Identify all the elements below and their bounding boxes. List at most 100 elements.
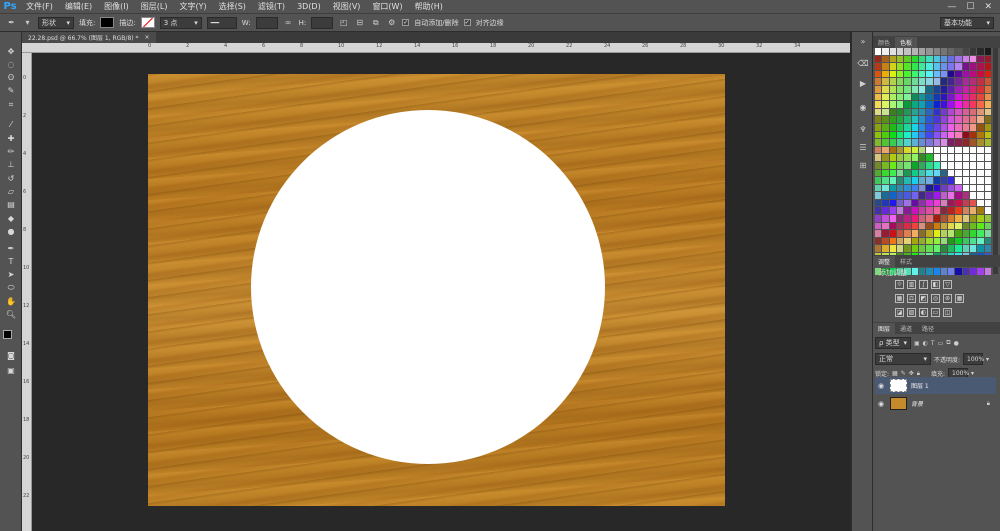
exposure-icon[interactable]: ◧	[931, 280, 940, 289]
color-swatch[interactable]	[948, 108, 955, 116]
menu-help[interactable]: 帮助(H)	[409, 1, 449, 12]
color-swatch[interactable]	[984, 146, 991, 154]
color-swatch[interactable]	[896, 245, 904, 253]
color-swatch[interactable]	[889, 161, 896, 169]
fill-swatch[interactable]	[100, 17, 115, 28]
color-swatch[interactable]	[933, 139, 940, 146]
threshold-icon[interactable]: ◐	[919, 308, 928, 317]
color-swatch[interactable]	[926, 101, 933, 108]
color-swatch[interactable]	[896, 169, 904, 177]
color-swatch[interactable]	[918, 55, 926, 63]
color-swatch[interactable]	[889, 116, 896, 123]
color-swatch[interactable]	[962, 131, 970, 139]
color-swatch[interactable]	[926, 192, 933, 199]
color-swatch[interactable]	[911, 215, 918, 222]
color-swatch[interactable]	[918, 70, 926, 78]
curves-icon[interactable]: ∫	[919, 280, 928, 289]
color-swatch[interactable]	[970, 192, 977, 199]
color-swatch[interactable]	[977, 268, 984, 275]
color-swatch[interactable]	[882, 199, 889, 207]
color-swatch[interactable]	[970, 268, 977, 275]
filter-shape-icon[interactable]: ▭	[938, 340, 944, 347]
healing-brush-tool-icon[interactable]: ✚	[4, 133, 18, 144]
color-swatch[interactable]	[896, 177, 904, 184]
color-swatch[interactable]	[948, 116, 955, 123]
stroke-swatch[interactable]	[140, 17, 155, 28]
color-swatch[interactable]	[911, 199, 918, 207]
color-swatch[interactable]	[875, 123, 882, 131]
color-swatch[interactable]	[875, 237, 882, 245]
color-swatch[interactable]	[875, 207, 882, 215]
color-swatch[interactable]	[984, 48, 991, 55]
color-swatch[interactable]	[933, 215, 940, 222]
menu-window[interactable]: 窗口(W)	[366, 1, 408, 12]
color-swatch[interactable]	[889, 123, 896, 131]
color-swatch[interactable]	[955, 207, 962, 215]
color-swatch[interactable]	[918, 139, 926, 146]
color-swatch[interactable]	[926, 207, 933, 215]
gear-icon[interactable]: ⚙	[386, 17, 397, 28]
color-swatch[interactable]	[970, 215, 977, 222]
color-swatch[interactable]	[911, 123, 918, 131]
pen-tool-icon[interactable]: ✒	[6, 17, 17, 28]
color-swatch[interactable]	[889, 192, 896, 199]
color-swatch[interactable]	[933, 237, 940, 245]
color-swatch[interactable]	[977, 230, 984, 237]
color-swatch[interactable]	[911, 230, 918, 237]
color-swatch[interactable]	[962, 230, 970, 237]
color-swatch[interactable]	[948, 169, 955, 177]
color-swatch[interactable]	[962, 222, 970, 230]
color-swatch[interactable]	[962, 268, 970, 275]
color-swatch[interactable]	[889, 101, 896, 108]
color-swatch[interactable]	[911, 78, 918, 85]
color-swatch[interactable]	[911, 93, 918, 101]
color-swatch[interactable]	[962, 63, 970, 70]
color-swatch[interactable]	[926, 222, 933, 230]
color-swatch[interactable]	[918, 146, 926, 154]
color-swatch[interactable]	[984, 108, 991, 116]
color-swatch[interactable]	[896, 192, 904, 199]
color-swatch[interactable]	[911, 245, 918, 253]
lock-position-icon[interactable]: ✥	[909, 370, 914, 377]
document-canvas[interactable]	[148, 74, 725, 506]
color-swatch[interactable]	[955, 78, 962, 85]
color-swatch[interactable]	[926, 146, 933, 154]
color-swatch[interactable]	[926, 237, 933, 245]
color-swatch[interactable]	[889, 215, 896, 222]
color-swatch[interactable]	[882, 78, 889, 85]
color-swatch[interactable]	[896, 85, 904, 93]
quick-mask-icon[interactable]: ◙	[4, 350, 18, 361]
color-swatch[interactable]	[984, 131, 991, 139]
color-swatch[interactable]	[984, 199, 991, 207]
color-balance-icon[interactable]: ⚖	[907, 294, 916, 303]
color-swatch[interactable]	[904, 207, 911, 215]
gradient-map-icon[interactable]: ▭	[931, 308, 940, 317]
color-swatch[interactable]	[955, 268, 962, 275]
color-swatch[interactable]	[911, 63, 918, 70]
color-swatch[interactable]	[977, 169, 984, 177]
color-swatch[interactable]	[977, 123, 984, 131]
color-swatch[interactable]	[882, 237, 889, 245]
color-swatch[interactable]	[977, 85, 984, 93]
color-swatch[interactable]	[940, 93, 948, 101]
path-arrangement-icon[interactable]: ⧉	[370, 17, 381, 28]
color-swatch[interactable]	[926, 154, 933, 161]
layer-row-layer-1[interactable]: ◉ 图层 1	[875, 377, 996, 394]
color-swatch[interactable]	[889, 63, 896, 70]
foreground-color-swatch[interactable]	[3, 330, 12, 339]
color-swatch[interactable]	[875, 139, 882, 146]
color-swatch[interactable]	[948, 268, 955, 275]
color-swatch[interactable]	[933, 78, 940, 85]
color-swatch[interactable]	[984, 215, 991, 222]
height-input[interactable]	[311, 16, 334, 29]
menu-3d[interactable]: 3D(D)	[291, 2, 327, 11]
menu-image[interactable]: 图像(I)	[98, 1, 135, 12]
color-swatch[interactable]	[889, 207, 896, 215]
color-swatch[interactable]	[926, 131, 933, 139]
color-swatch[interactable]	[882, 108, 889, 116]
color-swatch[interactable]	[962, 146, 970, 154]
levels-icon[interactable]: ▥	[907, 280, 916, 289]
color-swatch[interactable]	[882, 169, 889, 177]
color-swatch[interactable]	[904, 116, 911, 123]
color-swatch[interactable]	[948, 131, 955, 139]
